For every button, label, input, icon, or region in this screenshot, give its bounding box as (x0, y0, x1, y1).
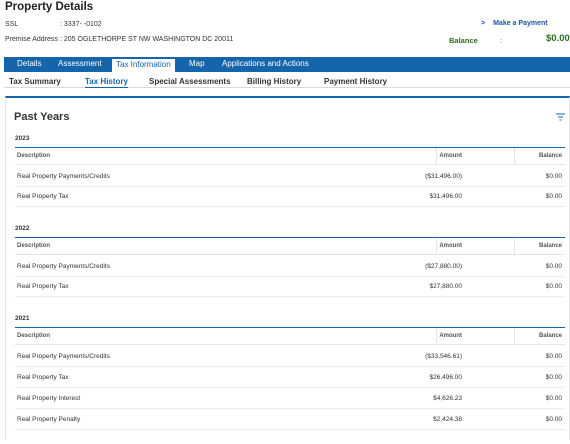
row-balance: $0.00 (545, 263, 562, 270)
table-row: Real Property Tax $26,496.00 $0.00 (15, 368, 565, 388)
ssl-value: : 3337- -0102 (60, 21, 102, 28)
table-header: Description Amount Balance (15, 238, 565, 255)
ssl-row: SSL : 3337- -0102 (5, 21, 102, 28)
row-amount: $31,496.00 (429, 193, 462, 200)
tab-assessment[interactable]: Assessment (58, 59, 102, 68)
make-payment-link[interactable]: > Make a Payment (481, 20, 548, 27)
row-amount: $26,496.00 (429, 374, 462, 381)
table-row: Real Property Payments/Credits ($31,496.… (15, 167, 565, 187)
row-balance: $0.00 (545, 173, 562, 180)
row-description: Real Property Payments/Credits (17, 173, 110, 180)
header-description: Description (17, 333, 51, 339)
header-balance: Balance (538, 243, 562, 249)
row-balance: $0.00 (545, 416, 562, 423)
column-divider (436, 148, 437, 165)
row-balance: $0.00 (545, 283, 562, 290)
table-header: Description Amount Balance (15, 148, 565, 165)
filter-icon[interactable] (556, 113, 565, 121)
balance-colon: : (500, 36, 503, 45)
year-label: 2021 (15, 315, 30, 322)
tab-tax-summary[interactable]: Tax Summary (9, 77, 61, 86)
row-balance: $0.00 (545, 353, 562, 360)
year-label: 2023 (15, 135, 30, 142)
balance-value: $0.00 (546, 33, 570, 44)
row-description: Real Property Tax (17, 283, 69, 290)
past-years-panel: Past Years 2023 Description Amount Balan… (5, 96, 570, 440)
row-description: Real Property Payments/Credits (17, 263, 110, 270)
tab-tax-history[interactable]: Tax History (85, 77, 128, 88)
row-description: Real Property Interest (17, 395, 81, 402)
tab-details[interactable]: Details (17, 59, 41, 68)
balance-label: Balance (449, 36, 478, 45)
header-balance: Balance (538, 333, 562, 339)
row-description: Real Property Payments/Credits (17, 353, 110, 360)
table-header: Description Amount Balance (15, 328, 565, 345)
row-description: Real Property Tax (17, 374, 69, 381)
table-row: Real Property Tax $31,496.00 $0.00 (15, 187, 565, 207)
row-balance: $0.00 (545, 395, 562, 402)
panel-title: Past Years (14, 111, 70, 123)
tab-payment-history[interactable]: Payment History (324, 77, 387, 86)
address-label: Premise Address (5, 36, 58, 43)
tab-special-assessments[interactable]: Special Assessments (149, 77, 231, 86)
header-description: Description (17, 243, 51, 249)
row-amount: ($31,496.00) (425, 173, 462, 180)
column-divider (436, 328, 437, 345)
row-amount: ($27,880.00) (425, 263, 462, 270)
table-row: Real Property Tax $27,880.00 $0.00 (15, 277, 565, 297)
row-balance: $0.00 (545, 374, 562, 381)
table-row: Real Property Interest $4,626.23 $0.00 (15, 389, 565, 409)
column-divider (514, 238, 515, 255)
row-balance: $0.00 (545, 193, 562, 200)
column-divider (514, 148, 515, 165)
sub-nav: Tax Summary Tax History Special Assessme… (4, 72, 570, 88)
tab-applications-and-actions[interactable]: Applications and Actions (222, 59, 309, 68)
row-amount: ($33,546.61) (425, 353, 462, 360)
table-row: Real Property Payments/Credits ($27,880.… (15, 257, 565, 277)
header-amount: Amount (439, 243, 462, 249)
page-title: Property Details (5, 1, 94, 13)
tab-map[interactable]: Map (189, 59, 205, 68)
row-description: Real Property Tax (17, 193, 69, 200)
table-row: Real Property Penalty $2,424.38 $0.00 (15, 410, 565, 430)
header-description: Description (17, 153, 51, 159)
header-amount: Amount (439, 333, 462, 339)
header-amount: Amount (439, 153, 462, 159)
address-row: Premise Address: 205 OGLETHORPE ST NW WA… (5, 36, 233, 43)
chevron-right-icon: > (481, 20, 486, 27)
column-divider (514, 328, 515, 345)
make-payment-label: Make a Payment (493, 20, 548, 27)
address-value: : 205 OGLETHORPE ST NW WASHINGTON DC 200… (60, 36, 234, 43)
table-row: Real Property Payments/Credits ($33,546.… (15, 347, 565, 367)
row-amount: $2,424.38 (433, 416, 462, 423)
ssl-label: SSL (5, 21, 19, 28)
tab-billing-history[interactable]: Billing History (247, 77, 301, 86)
row-description: Real Property Penalty (17, 416, 81, 423)
tab-tax-information[interactable]: Tax Information (112, 59, 175, 72)
year-label: 2022 (15, 225, 30, 232)
row-amount: $4,626.23 (433, 395, 462, 402)
header-balance: Balance (538, 153, 562, 159)
column-divider (436, 238, 437, 255)
row-amount: $27,880.00 (429, 283, 462, 290)
main-nav: Details Assessment Tax Information Map A… (4, 57, 570, 72)
